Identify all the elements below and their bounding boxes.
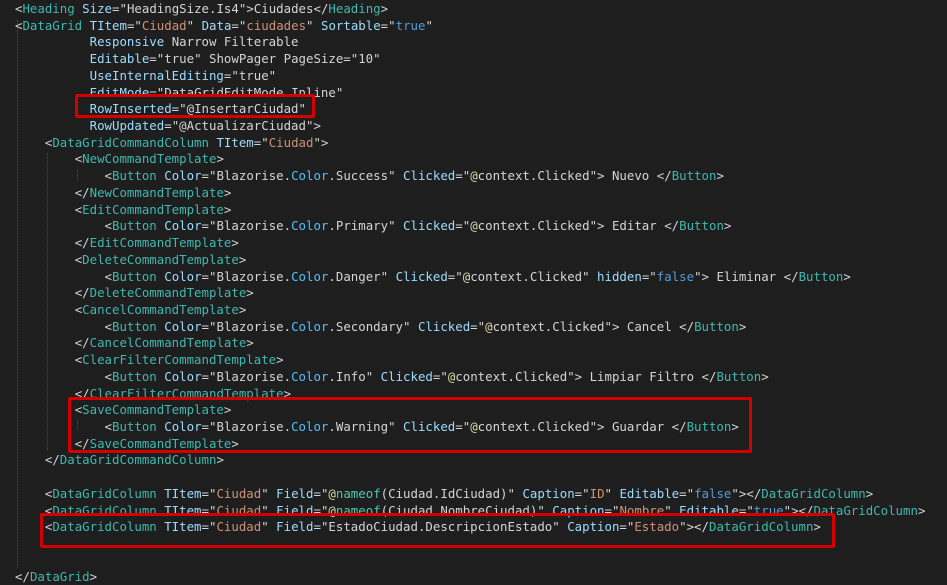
code-line: </DataGrid> (15, 569, 98, 585)
code-line: Responsive Narrow Filterable (89, 34, 299, 50)
code-line: <Button Color="Blazorise.Color.Danger" C… (104, 268, 851, 284)
highlight-box-estado-column (40, 513, 835, 548)
code-line: <EditCommandTemplate> (74, 201, 232, 217)
code-line: <DataGridColumn TItem="Ciudad" Field="@n… (44, 485, 874, 501)
code-line: UseInternalEditing="true" (89, 67, 277, 83)
code-line: <DataGridCommandColumn TItem="Ciudad"> (44, 134, 329, 150)
code-line: <Button Color="Blazorise.Color.Primary" … (104, 218, 732, 234)
code-line: <CancelCommandTemplate> (74, 301, 247, 317)
code-line: <Button Color="Blazorise.Color.Secondary… (104, 318, 747, 334)
code-editor[interactable]: <Heading Size="HeadingSize.Is4">Ciudades… (0, 0, 947, 585)
code-line: Editable="true" ShowPager PageSize="10" (89, 51, 381, 67)
code-line: <Button Color="Blazorise.Color.Info" Cli… (104, 368, 769, 384)
highlight-box-save-template (68, 397, 752, 453)
code-line: RowUpdated="@ActualizarCiudad"> (89, 118, 321, 134)
code-line: </DataGridCommandColumn> (44, 452, 224, 468)
code-line: </CancelCommandTemplate> (74, 335, 254, 351)
code-line: </EditCommandTemplate> (74, 235, 239, 251)
code-line: <ClearFilterCommandTemplate> (74, 352, 284, 368)
code-line: </NewCommandTemplate> (74, 184, 232, 200)
highlight-box-row-inserted (75, 94, 315, 118)
code-line: <DeleteCommandTemplate> (74, 251, 247, 267)
code-line: <Heading Size="HeadingSize.Is4">Ciudades… (15, 1, 389, 16)
code-line: </DeleteCommandTemplate> (74, 285, 254, 301)
code-line: <Button Color="Blazorise.Color.Success" … (104, 168, 724, 184)
code-line: <DataGrid TItem="Ciudad" Data="ciudades"… (15, 17, 433, 33)
code-line: <NewCommandTemplate> (74, 151, 224, 167)
